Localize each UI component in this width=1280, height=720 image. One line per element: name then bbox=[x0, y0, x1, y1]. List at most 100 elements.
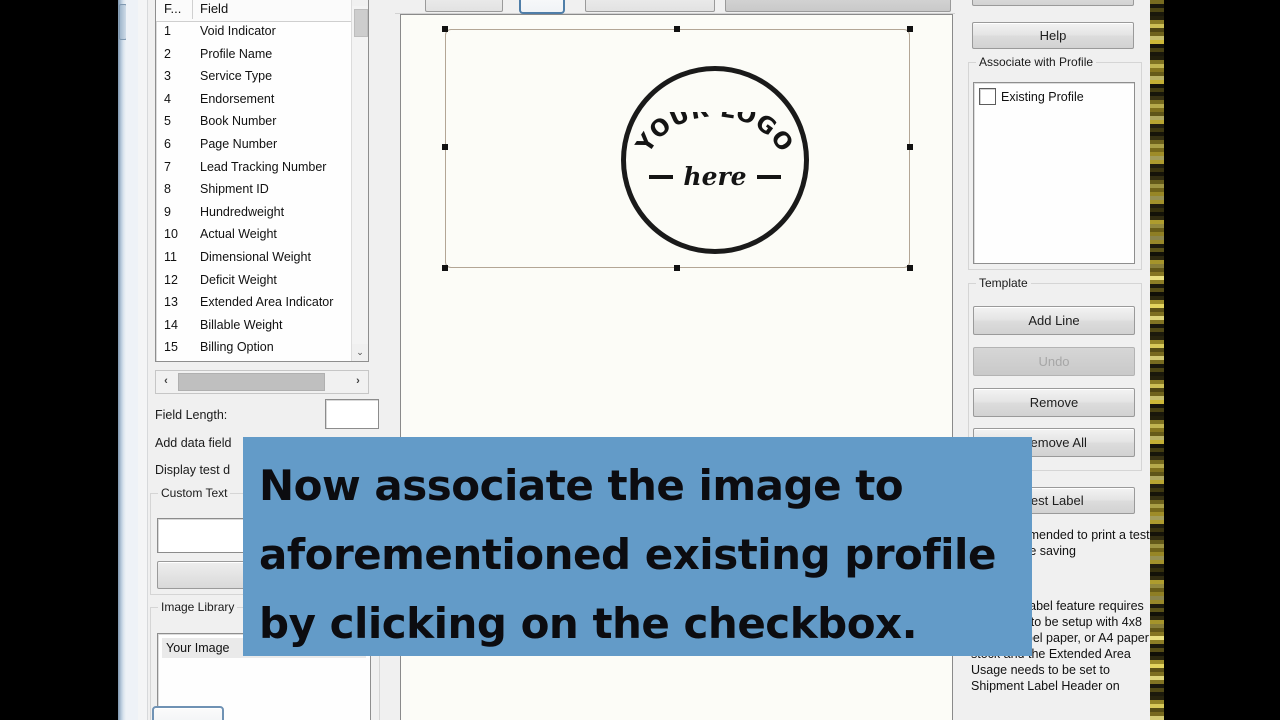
field-list-vertical-scrollbar[interactable]: ⌃ ⌄ bbox=[351, 0, 368, 361]
field-row-number: 12 bbox=[164, 272, 178, 287]
field-list-row[interactable]: 10 Actual Weight bbox=[156, 224, 352, 247]
field-list-row[interactable]: 4 Endorsement bbox=[156, 89, 352, 112]
field-row-number: 2 bbox=[164, 46, 171, 61]
video-edge-artifact bbox=[1150, 0, 1164, 720]
resize-handle-middle-right[interactable] bbox=[907, 144, 913, 150]
field-row-name: Shipment ID bbox=[200, 182, 269, 197]
add-data-field-label: Add data field bbox=[155, 436, 232, 450]
screenshot-root: F... Field 1 Void Indicator 2 Profile Name 3… bbox=[0, 0, 1280, 720]
field-row-name: Lead Tracking Number bbox=[200, 159, 327, 174]
field-list-row[interactable]: 8 Shipment ID bbox=[156, 179, 352, 202]
field-row-number: 11 bbox=[164, 249, 177, 264]
field-row-name: Book Number bbox=[200, 114, 277, 129]
add-line-button[interactable]: Add Line bbox=[973, 306, 1135, 335]
svg-text:YOUR LOGO: YOUR LOGO bbox=[631, 112, 798, 158]
window-left-margin bbox=[126, 0, 138, 720]
profile-list[interactable]: Existing Profile bbox=[973, 82, 1135, 264]
display-test-data-label: Display test d bbox=[155, 463, 231, 477]
logo-placeholder-image[interactable]: YOUR LOGO here bbox=[621, 66, 809, 254]
right-panel-top-button[interactable] bbox=[972, 0, 1134, 6]
field-row-name: Billing Option bbox=[200, 340, 274, 355]
logo-here-text: here bbox=[683, 162, 747, 191]
field-list[interactable]: F... Field 1 Void Indicator 2 Profile Name 3… bbox=[155, 0, 369, 362]
field-row-name: Void Indicator bbox=[200, 24, 276, 38]
field-list-row[interactable]: 13 Extended Area Indicator bbox=[156, 292, 352, 315]
field-list-row[interactable]: 5 Book Number bbox=[156, 111, 352, 134]
resize-handle-top-center[interactable] bbox=[674, 26, 680, 32]
field-row-name: Page Number bbox=[200, 136, 278, 151]
field-row-number: 15 bbox=[164, 340, 178, 355]
horizontal-scrollbar-thumb[interactable] bbox=[178, 373, 325, 391]
field-list-horizontal-scrollbar[interactable]: ‹ › bbox=[155, 370, 369, 394]
caption-line-3: by clicking on the checkbox. bbox=[259, 599, 918, 648]
remove-button[interactable]: Remove bbox=[973, 388, 1135, 417]
field-list-row[interactable]: 15 Billing Option bbox=[156, 337, 352, 360]
field-row-name: Deficit Weight bbox=[200, 272, 277, 287]
instruction-caption-overlay: Now associate the image to aforementione… bbox=[243, 437, 1032, 656]
resize-handle-bottom-center[interactable] bbox=[674, 265, 680, 271]
field-list-row[interactable]: 9 Hundredweight bbox=[156, 202, 352, 225]
existing-profile-row[interactable]: Existing Profile bbox=[979, 88, 1084, 105]
column-header-number: F... bbox=[164, 1, 182, 16]
field-list-row[interactable]: 2 Profile Name bbox=[156, 44, 352, 67]
field-row-number: 8 bbox=[164, 182, 171, 197]
field-list-row[interactable]: 7 Lead Tracking Number bbox=[156, 157, 352, 180]
window-left-scrollbar[interactable] bbox=[118, 0, 126, 720]
field-list-row[interactable]: 1 Void Indicator bbox=[156, 21, 352, 44]
resize-handle-bottom-right[interactable] bbox=[907, 265, 913, 271]
field-row-number: 1 bbox=[164, 24, 171, 38]
field-row-name: Service Type bbox=[200, 69, 273, 84]
field-list-row[interactable]: 3 Service Type bbox=[156, 66, 352, 89]
toolbar-button-3[interactable] bbox=[585, 0, 715, 12]
field-list-row[interactable]: 6 Page Number bbox=[156, 134, 352, 157]
template-legend: Template bbox=[976, 276, 1031, 290]
toolbar-button-4[interactable] bbox=[725, 0, 951, 12]
image-library-legend: Image Library bbox=[158, 600, 238, 614]
undo-button: Undo bbox=[973, 347, 1135, 376]
field-row-name: Extended Area Indicator bbox=[200, 295, 334, 310]
field-length-input[interactable] bbox=[325, 399, 379, 429]
image-library-action-button[interactable] bbox=[152, 706, 224, 720]
scroll-right-icon[interactable]: › bbox=[348, 371, 368, 391]
field-row-number: 9 bbox=[164, 204, 171, 219]
field-row-name: Hundredweight bbox=[200, 204, 285, 219]
field-row-name: Dimensional Weight bbox=[200, 249, 311, 264]
field-list-rows: 1 Void Indicator 2 Profile Name 3 Service Typ… bbox=[156, 21, 352, 361]
existing-profile-label: Existing Profile bbox=[1001, 89, 1084, 104]
field-row-number: 4 bbox=[164, 91, 171, 106]
custom-text-legend: Custom Text bbox=[158, 486, 231, 500]
scroll-down-icon[interactable]: ⌄ bbox=[352, 344, 368, 361]
letterbox-right bbox=[1164, 0, 1280, 720]
field-row-number: 10 bbox=[164, 227, 178, 242]
field-list-header: F... Field bbox=[156, 0, 368, 22]
resize-handle-bottom-left[interactable] bbox=[442, 265, 448, 271]
caption-line-1: Now associate the image to bbox=[259, 461, 904, 510]
field-row-name: Endorsement bbox=[200, 91, 275, 106]
toolbar-button-1[interactable] bbox=[425, 0, 503, 12]
field-row-number: 3 bbox=[164, 69, 171, 84]
resize-handle-middle-left[interactable] bbox=[442, 144, 448, 150]
scroll-up-icon[interactable]: ⌃ bbox=[352, 0, 368, 6]
column-divider bbox=[192, 0, 193, 19]
field-length-label: Field Length: bbox=[155, 408, 228, 422]
field-row-name: Actual Weight bbox=[200, 227, 277, 242]
caption-line-2: aforementioned existing profile bbox=[259, 530, 996, 579]
scroll-left-icon[interactable]: ‹ bbox=[156, 371, 176, 391]
existing-profile-checkbox[interactable] bbox=[979, 88, 996, 105]
vertical-scrollbar-thumb[interactable] bbox=[354, 9, 368, 37]
field-row-number: 6 bbox=[164, 136, 171, 151]
field-list-row[interactable]: 14 Billable Weight bbox=[156, 315, 352, 338]
field-row-name: Billable Weight bbox=[200, 317, 283, 332]
resize-handle-top-right[interactable] bbox=[907, 26, 913, 32]
toolbar-button-2[interactable] bbox=[519, 0, 565, 14]
field-list-row[interactable]: 11 Dimensional Weight bbox=[156, 247, 352, 270]
field-list-row[interactable]: 12 Deficit Weight bbox=[156, 270, 352, 293]
selected-image-bounding-box[interactable]: YOUR LOGO here bbox=[442, 26, 913, 271]
window-inner-margin bbox=[138, 0, 148, 720]
field-row-number: 14 bbox=[164, 317, 178, 332]
help-button[interactable]: Help bbox=[972, 22, 1134, 49]
resize-handle-top-left[interactable] bbox=[442, 26, 448, 32]
associate-with-profile-legend: Associate with Profile bbox=[976, 55, 1097, 69]
column-header-field: Field bbox=[200, 1, 229, 16]
field-row-number: 13 bbox=[164, 295, 178, 310]
